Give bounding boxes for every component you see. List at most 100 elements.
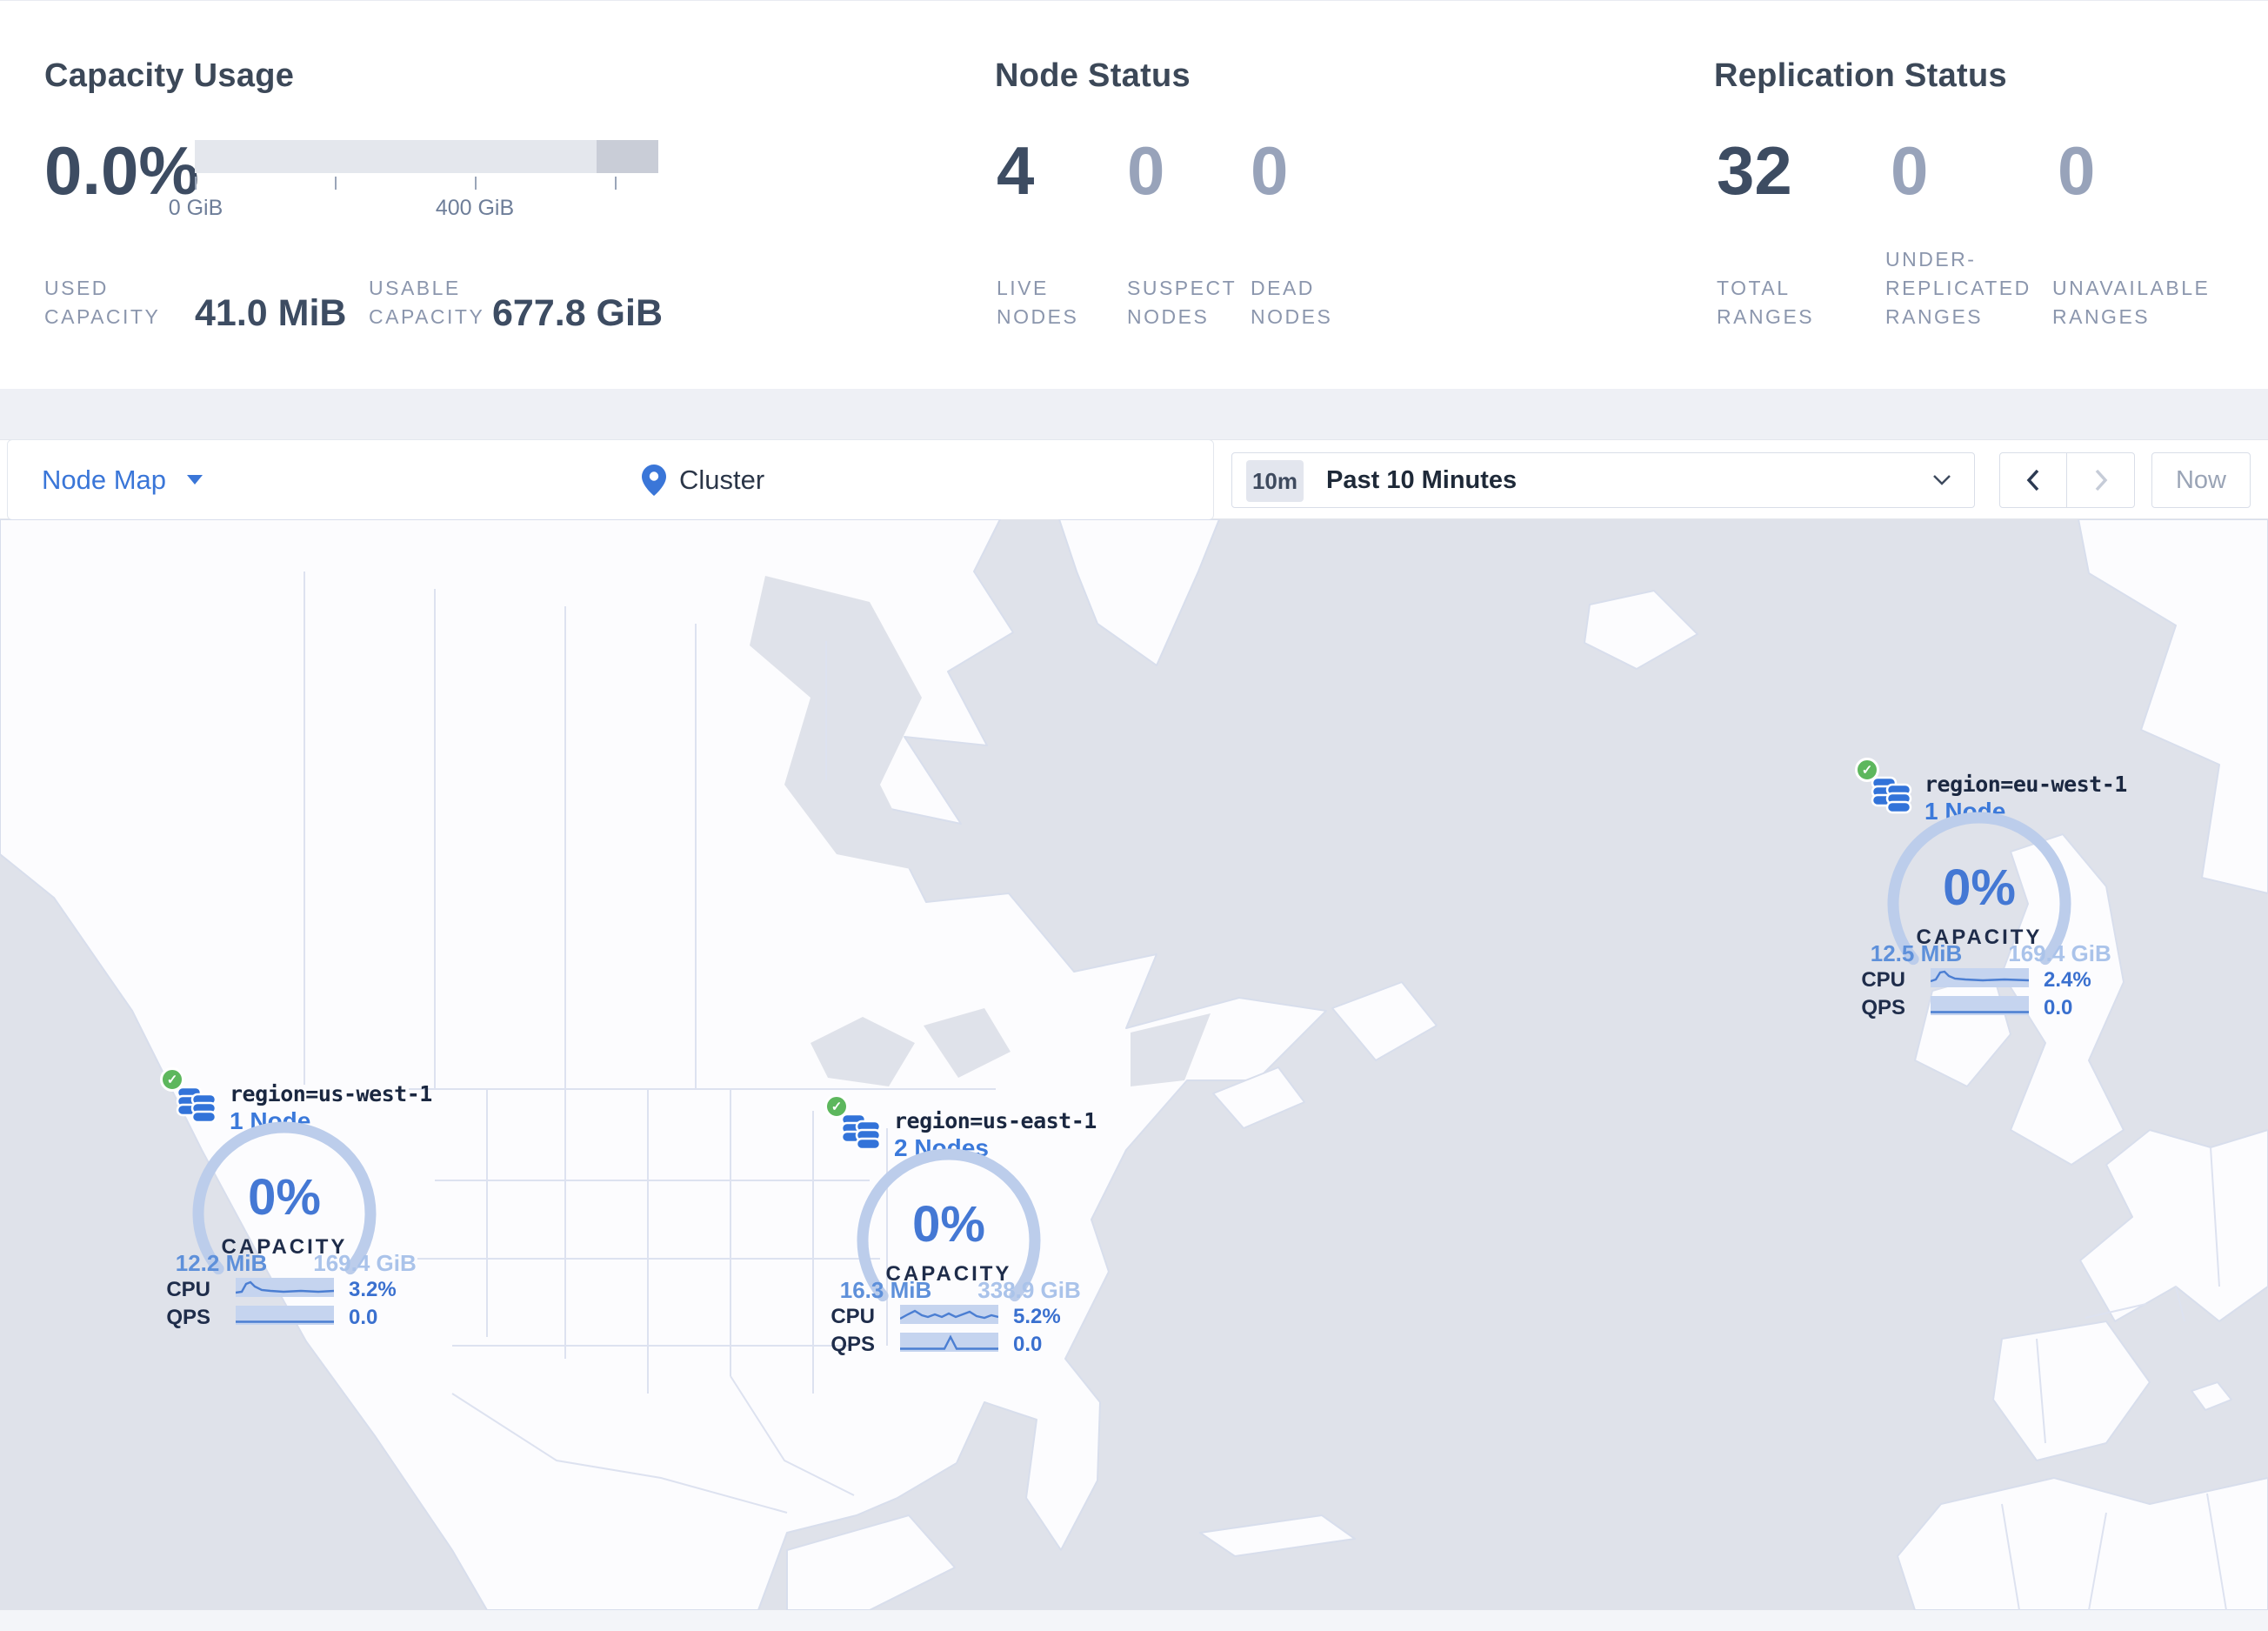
capacity-axis-tick	[475, 177, 477, 190]
unavailable-ranges-count: 0	[2058, 132, 2096, 209]
cpu-value: 5.2%	[1013, 1305, 1061, 1328]
capacity-axis-label-0: 0 GiB	[168, 196, 223, 220]
qps-value: 0.0	[1013, 1333, 1043, 1356]
label-line: NODES	[1251, 305, 1333, 328]
world-map-graphic	[0, 519, 2268, 1610]
region-label: region=us-east-1	[894, 1108, 1097, 1133]
region-used-capacity: 12.2 MiB	[175, 1250, 268, 1276]
breadcrumb[interactable]: Cluster	[641, 440, 764, 519]
replication-status-title: Replication Status	[1714, 57, 2007, 94]
label-line: NODES	[1127, 305, 1210, 328]
chevron-right-icon	[2095, 469, 2107, 491]
dead-nodes-label: DEAD NODES	[1251, 274, 1332, 331]
region-capacity-percent: 0%	[1943, 859, 2016, 916]
view-selector-label: Node Map	[42, 464, 167, 495]
unavailable-ranges-label: UNAVAILABLE RANGES	[2052, 274, 2210, 331]
qps-label: QPS	[166, 1306, 210, 1329]
page-bottom-strip	[0, 1610, 2268, 1631]
database-stack-icon	[840, 1113, 882, 1151]
live-nodes-label: LIVE NODES	[997, 274, 1078, 331]
node-map[interactable]: ✓ region=us-west-1 1 Node 0% CAPACITY 12…	[0, 519, 2268, 1610]
under-replicated-label: UNDER- REPLICATED RANGES	[1885, 245, 2031, 331]
cpu-value: 3.2%	[349, 1278, 397, 1301]
qps-label: QPS	[830, 1333, 875, 1356]
total-ranges-count: 32	[1717, 132, 1792, 209]
region-marker-us-east-1[interactable]: ✓ region=us-east-1 2 Nodes 0% CAPACITY 1…	[823, 1093, 1097, 1373]
live-nodes-count: 4	[997, 132, 1035, 209]
dead-nodes-count: 0	[1251, 132, 1289, 209]
capacity-axis-tick	[335, 177, 337, 190]
total-ranges-label: TOTAL RANGES	[1717, 274, 1814, 331]
cpu-value: 2.4%	[2044, 968, 2091, 992]
label-line: REPLICATED	[1885, 277, 2031, 299]
qps-value: 0.0	[349, 1306, 378, 1329]
qps-sparkline	[236, 1306, 334, 1325]
label-line: DEAD	[1251, 277, 1315, 299]
now-button[interactable]: Now	[2151, 452, 2251, 508]
region-capacity-percent: 0%	[248, 1169, 321, 1226]
usable-capacity-label: USABLE CAPACITY	[369, 274, 484, 331]
label-line: USABLE	[369, 277, 461, 299]
label-line: SUSPECT	[1127, 277, 1237, 299]
region-used-capacity: 12.5 MiB	[1870, 940, 1963, 966]
used-capacity-label: USED CAPACITY	[44, 274, 160, 331]
used-capacity-value: 41.0 MiB	[195, 292, 347, 334]
region-total-capacity: 169.4 GiB	[2008, 940, 2111, 966]
suspect-nodes-label: SUSPECT NODES	[1127, 274, 1237, 331]
label-line: LIVE	[997, 277, 1049, 299]
cluster-overview-page: Capacity Usage 0.0% 0 GiB 400 GiB USED C…	[0, 0, 2268, 1631]
suspect-nodes-count: 0	[1127, 132, 1165, 209]
node-status-title: Node Status	[995, 57, 1191, 94]
label-line: CAPACITY	[44, 305, 161, 328]
capacity-bar	[195, 140, 658, 173]
time-range-badge: 10m	[1246, 460, 1304, 502]
usable-capacity-value: 677.8 GiB	[492, 292, 663, 334]
chevron-down-icon	[1933, 475, 1951, 485]
node-live-check-icon: ✓	[1855, 758, 1879, 782]
capacity-axis-label-400: 400 GiB	[435, 196, 515, 220]
region-label: region=us-west-1	[230, 1081, 432, 1106]
qps-sparkline	[1931, 996, 2029, 1015]
cpu-sparkline	[900, 1305, 998, 1324]
database-stack-icon	[176, 1086, 217, 1124]
label-line: RANGES	[2052, 305, 2151, 328]
qps-sparkline	[900, 1333, 998, 1352]
label-line: CAPACITY	[369, 305, 485, 328]
region-used-capacity: 16.3 MiB	[839, 1277, 932, 1303]
summary-stats-band: Capacity Usage 0.0% 0 GiB 400 GiB USED C…	[0, 0, 2268, 389]
capacity-bar-reserved-segment	[597, 140, 658, 173]
map-toolbar: Node Map Cluster 10m Past 10 Minutes Now	[0, 439, 2268, 520]
region-label: region=eu-west-1	[1924, 772, 2127, 797]
region-marker-eu-west-1[interactable]: ✓ region=eu-west-1 1 Node 0% CAPACITY 12…	[1853, 756, 2127, 1036]
cpu-label: CPU	[830, 1305, 875, 1328]
cpu-label: CPU	[166, 1278, 210, 1301]
time-range-label: Past 10 Minutes	[1326, 465, 1518, 494]
label-line: TOTAL	[1717, 277, 1791, 299]
qps-value: 0.0	[2044, 996, 2073, 1019]
capacity-usage-title: Capacity Usage	[44, 57, 295, 94]
time-step-back-button[interactable]	[2000, 453, 2067, 507]
caret-down-icon	[187, 475, 203, 485]
cpu-label: CPU	[1861, 968, 1905, 992]
map-pin-icon	[642, 464, 666, 496]
capacity-axis-tick	[195, 177, 197, 190]
capacity-axis-tick	[615, 177, 617, 190]
region-marker-us-west-1[interactable]: ✓ region=us-west-1 1 Node 0% CAPACITY 12…	[158, 1066, 432, 1346]
view-toolbar-card: Node Map Cluster	[7, 439, 1214, 520]
capacity-used-percent: 0.0%	[44, 132, 199, 209]
time-step-forward-button[interactable]	[2067, 453, 2134, 507]
database-stack-icon	[1871, 776, 1912, 814]
label-line: UNDER-	[1885, 248, 1977, 271]
chevron-left-icon	[2026, 469, 2039, 491]
breadcrumb-label: Cluster	[679, 464, 765, 495]
node-live-check-icon: ✓	[160, 1067, 184, 1092]
label-line: NODES	[997, 305, 1079, 328]
time-range-dropdown[interactable]: 10m Past 10 Minutes	[1231, 452, 1975, 508]
node-live-check-icon: ✓	[824, 1094, 849, 1119]
label-line: USED	[44, 277, 109, 299]
view-selector-dropdown[interactable]: Node Map	[42, 440, 203, 519]
cpu-sparkline	[236, 1278, 334, 1297]
label-line: RANGES	[1885, 305, 1984, 328]
region-capacity-percent: 0%	[912, 1196, 985, 1253]
label-line: RANGES	[1717, 305, 1815, 328]
